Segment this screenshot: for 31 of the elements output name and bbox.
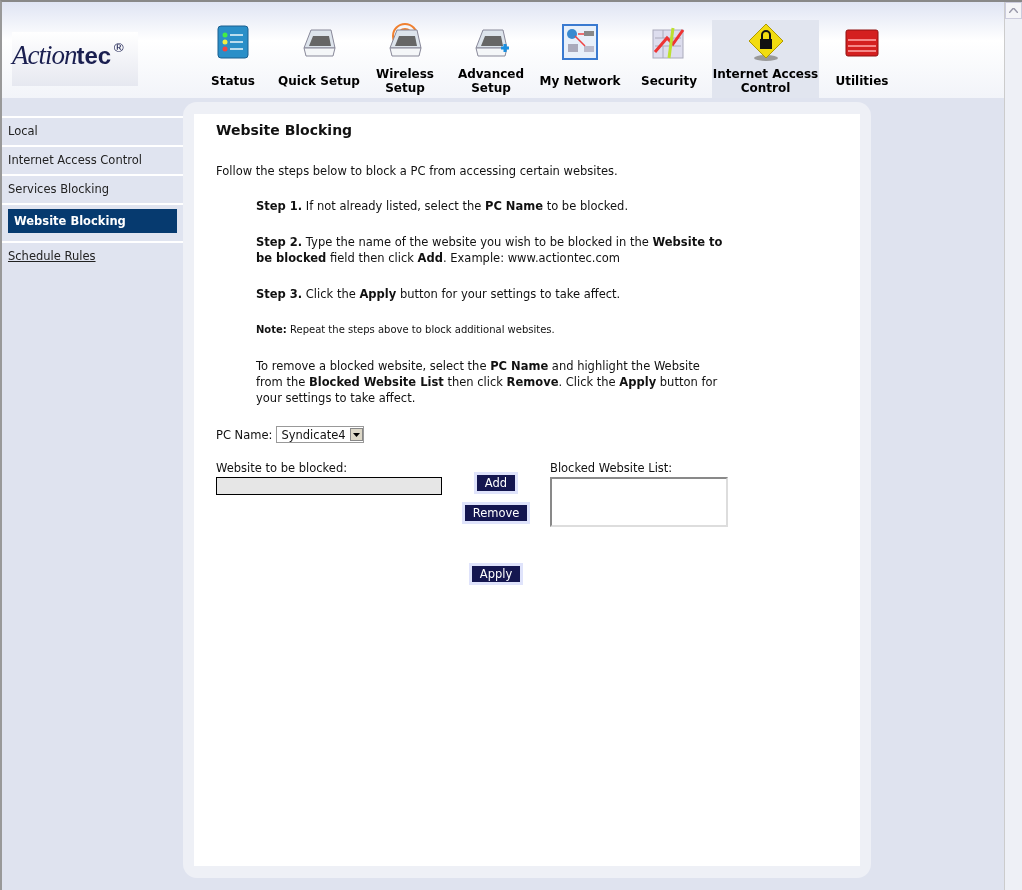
sidebar-item[interactable]: Website Blocking [8,209,177,233]
nav-tab[interactable]: Internet Access Control [712,20,819,98]
sidebar-item[interactable]: Local [8,122,38,140]
network-computers-icon [560,22,600,62]
nav-tab[interactable]: Utilities [819,20,905,98]
nav-tab[interactable]: Advanced Setup [448,20,534,98]
blocked-list-label: Blocked Website List: [550,461,674,475]
nav-tab[interactable]: Security [626,20,712,98]
nav-tab[interactable]: Wireless Setup [362,20,448,98]
sidebar-item[interactable]: Internet Access Control [8,151,142,169]
nav-tab[interactable]: Quick Setup [276,20,362,98]
scroll-up-icon[interactable] [1005,2,1022,19]
step-text: Step 1. If not already listed, select the PC Name to be blocked. [256,198,630,214]
blocked-website-listbox[interactable] [550,477,728,527]
intro-text: Follow the steps below to block a PC from accessing certain websites. [216,164,619,178]
sidebar-item[interactable]: Services Blocking [8,180,110,198]
remove-button[interactable]: Remove [461,502,531,524]
nav-tab[interactable]: My Network [534,20,626,98]
step-text: Step 3. Click the Apply button for your settings to take affect. [256,286,622,302]
page-title: Website Blocking [216,122,354,138]
sidebar-link[interactable]: Schedule Rules [8,247,177,265]
apply-button[interactable]: Apply [468,563,524,585]
step-text: To remove a blocked website, select the PC Name and highlight the Website from the Blocked Website List then click Remove. Click the Apply button for your settings to take affect. [256,358,719,406]
nav-tab[interactable]: Status [190,20,276,98]
note-text: Note: Repeat the steps above to block additional websites. [256,323,556,337]
pc-name-label: PC Name: [216,427,273,442]
website-field-label: Website to be blocked: [216,461,349,475]
pc-name-dropdown[interactable]: Syndicate4 [276,426,364,443]
actiontec-logo: Actiontec$^{®}$ [12,32,138,86]
add-button[interactable]: Add [473,472,519,494]
step-text: Step 2. Type the name of the website you wish to be blocked in the Website to be blocked field then click Add. Example: www.actiontec.com [256,234,724,266]
